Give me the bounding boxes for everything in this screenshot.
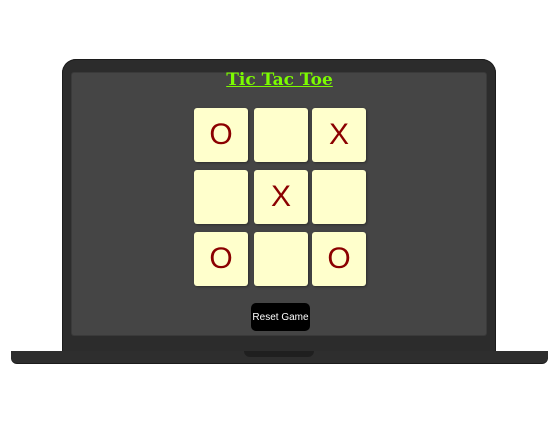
- laptop-notch: [244, 351, 314, 357]
- game-board: O X X O O: [194, 108, 368, 288]
- board-cell-r2-c1[interactable]: [194, 170, 248, 224]
- board-cell-r1-c1[interactable]: O: [194, 108, 248, 162]
- board-cell-r1-c3[interactable]: X: [312, 108, 366, 162]
- board-cell-r3-c1[interactable]: O: [194, 232, 248, 286]
- board-cell-r3-c2[interactable]: [254, 232, 308, 286]
- board-cell-r2-c2[interactable]: X: [254, 170, 308, 224]
- board-cell-r1-c2[interactable]: [254, 108, 308, 162]
- board-cell-r3-c3[interactable]: O: [312, 232, 366, 286]
- stage: Tic Tac Toe O X X O O Reset Game: [0, 0, 559, 447]
- reset-game-button[interactable]: Reset Game: [251, 303, 310, 331]
- game-title: Tic Tac Toe: [226, 70, 333, 90]
- board-cell-r2-c3[interactable]: [312, 170, 366, 224]
